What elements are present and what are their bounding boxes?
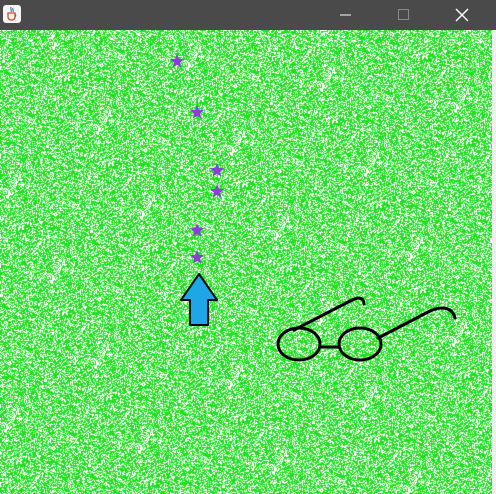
close-icon — [455, 8, 469, 22]
grass-background — [0, 30, 492, 494]
close-button[interactable] — [439, 0, 485, 30]
window-right-edge — [492, 30, 496, 494]
star-icon — [190, 105, 204, 119]
game-window — [0, 0, 496, 494]
glasses-icon — [276, 296, 457, 362]
star-icon — [210, 184, 224, 198]
arrow-up-icon — [180, 273, 218, 326]
game-canvas[interactable] — [0, 30, 492, 494]
minimize-icon — [340, 14, 351, 16]
maximize-button[interactable] — [381, 0, 427, 30]
minimize-button[interactable] — [323, 0, 369, 30]
star-icon — [190, 250, 204, 264]
java-cup-icon — [3, 5, 21, 23]
maximize-icon — [398, 9, 409, 20]
title-bar[interactable] — [0, 0, 496, 30]
star-icon — [170, 54, 184, 68]
star-icon — [210, 163, 224, 177]
star-icon — [190, 223, 204, 237]
